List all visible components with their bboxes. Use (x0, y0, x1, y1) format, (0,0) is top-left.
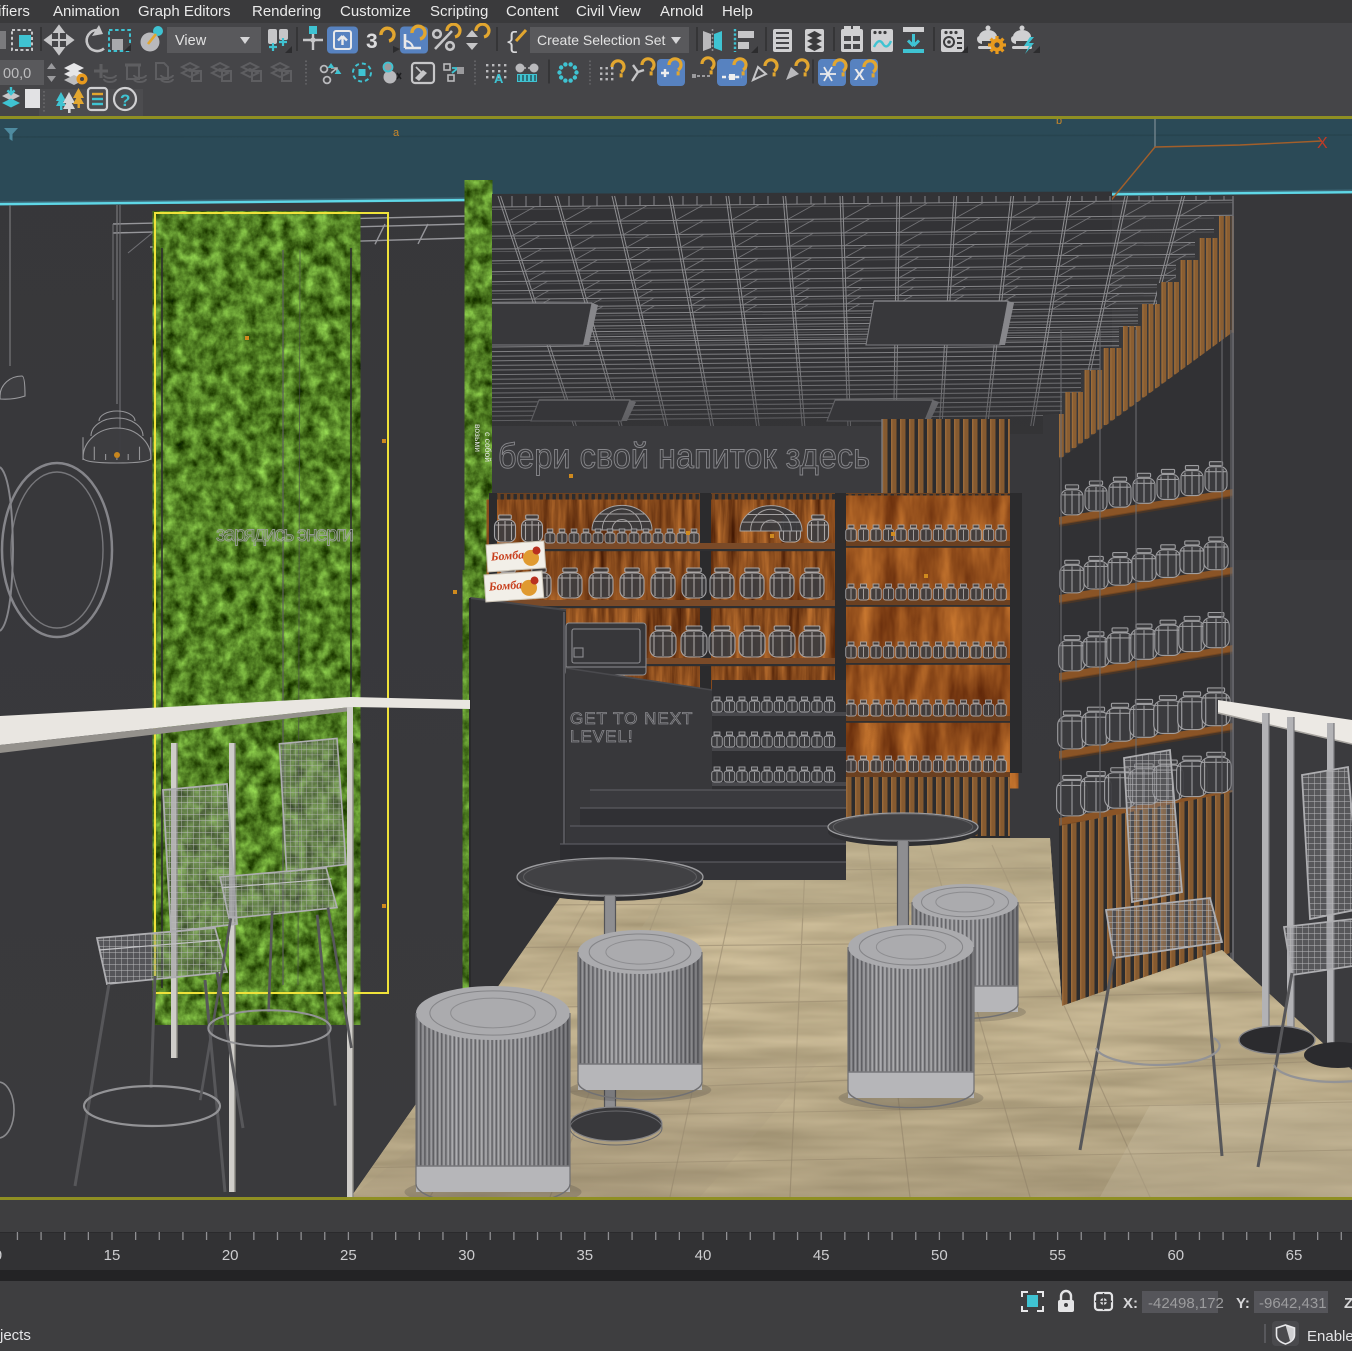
svg-text:65: 65 (1286, 1247, 1303, 1264)
svg-text:jects: jects (0, 1327, 31, 1344)
svg-text:00,0: 00,0 (3, 66, 31, 82)
svg-text:X: X (1317, 135, 1328, 152)
svg-text:35: 35 (576, 1247, 593, 1264)
svg-text:{: { (505, 29, 519, 55)
svg-text:Z: Z (1344, 1295, 1352, 1312)
svg-text:15: 15 (104, 1247, 121, 1264)
svg-text:50: 50 (931, 1247, 948, 1264)
svg-text:X: X (854, 67, 865, 84)
svg-text:-9642,431: -9642,431 (1259, 1295, 1327, 1312)
svg-text:?: ? (120, 91, 130, 110)
svg-text:Create Selection Set: Create Selection Set (537, 32, 666, 48)
svg-text:b: b (1056, 119, 1062, 127)
svg-text:10: 10 (0, 1247, 2, 1264)
svg-text:LEVEL!: LEVEL! (570, 727, 634, 746)
svg-text:30: 30 (458, 1247, 475, 1264)
svg-text:55: 55 (1049, 1247, 1066, 1264)
svg-text:60: 60 (1167, 1247, 1184, 1264)
svg-text:45: 45 (813, 1247, 830, 1264)
svg-text:возьми: возьми (473, 424, 483, 452)
svg-text:Enabled: Enabled (1307, 1328, 1352, 1345)
svg-text:Y:: Y: (1236, 1295, 1250, 1312)
svg-text:X:: X: (1123, 1295, 1138, 1312)
svg-text:40: 40 (695, 1247, 712, 1264)
svg-text:Бомба: Бомба (487, 577, 522, 593)
svg-text:бери свой напиток здесь: бери свой напиток здесь (498, 437, 870, 476)
svg-text:-42498,172: -42498,172 (1148, 1295, 1224, 1312)
svg-text:A: A (494, 71, 504, 86)
svg-text:View: View (175, 33, 207, 49)
svg-text:Бомба: Бомба (489, 547, 524, 563)
svg-text:a: a (393, 127, 400, 139)
svg-text:с собой: с собой (483, 432, 493, 462)
svg-text:зарядись энерги: зарядись энерги (216, 523, 354, 546)
svg-text:3: 3 (366, 30, 378, 53)
svg-text:20: 20 (222, 1247, 239, 1264)
svg-text:GET TO NEXT: GET TO NEXT (570, 709, 693, 728)
svg-text:25: 25 (340, 1247, 357, 1264)
